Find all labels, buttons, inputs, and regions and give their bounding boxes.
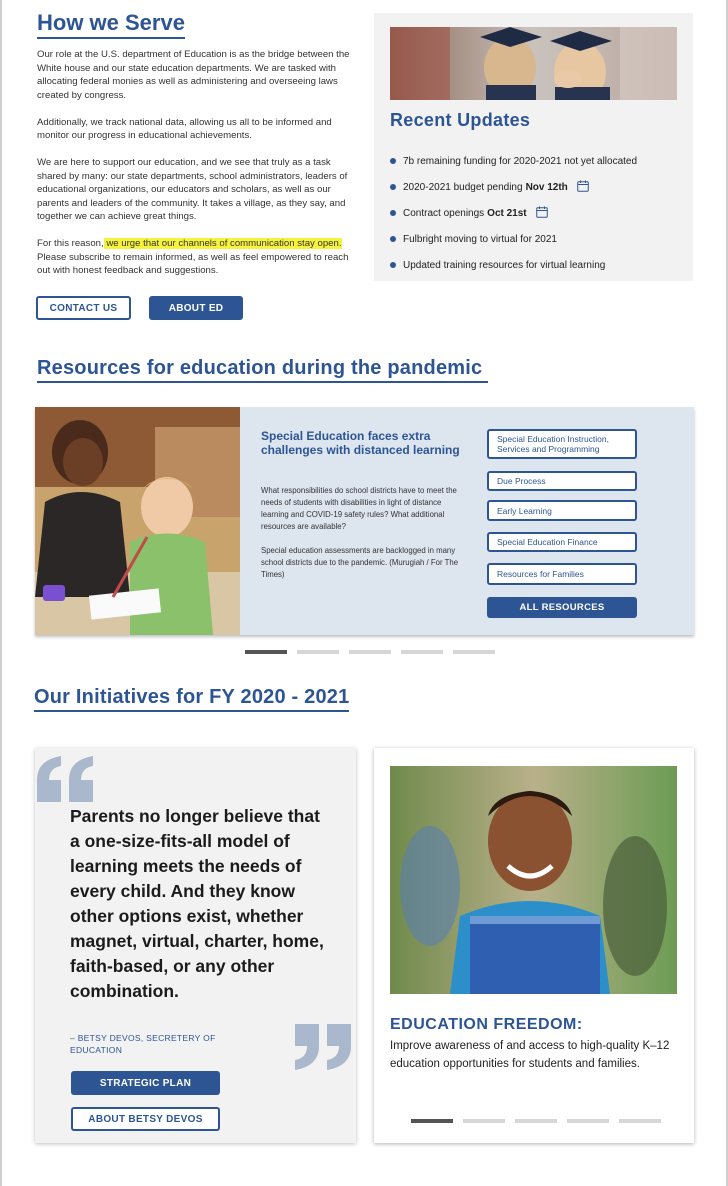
recent-update-item: Updated training resources for virtual l… (390, 252, 637, 278)
recent-update-item: 7b remaining funding for 2020-2021 not y… (390, 148, 637, 174)
recent-update-date: Nov 12th (525, 181, 568, 193)
smiling-student-photo (390, 766, 677, 994)
how-we-serve-paragraph: For this reason, we urge that our channe… (37, 237, 357, 278)
education-freedom-card: EDUCATION FREEDOM: Improve awareness of … (374, 748, 694, 1143)
resources-carousel-slide: Special Education faces extra challenges… (35, 407, 694, 635)
paragraph-text: Please subscribe to remain informed, as … (37, 251, 349, 277)
quote-card: Parents no longer believe that a one-siz… (35, 748, 356, 1143)
resource-link-special-education-finance[interactable]: Special Education Finance (487, 532, 637, 552)
teacher-student-painting-photo (35, 407, 240, 635)
resources-carousel-dot-4[interactable] (401, 650, 443, 654)
resource-link-early-learning[interactable]: Early Learning (487, 500, 637, 521)
calendar-icon[interactable] (535, 206, 548, 221)
initiatives-carousel-dot-4[interactable] (567, 1119, 609, 1123)
resources-carousel-dot-1[interactable] (245, 650, 287, 654)
recent-updates-title: Recent Updates (390, 110, 531, 130)
education-freedom-title: EDUCATION FREEDOM: (390, 1016, 583, 1033)
resources-card-text: What responsibilities do school district… (261, 485, 471, 593)
bullet-icon (390, 184, 396, 190)
contact-us-button[interactable]: CONTACT US (36, 296, 131, 320)
close-quote-icon (295, 1024, 351, 1070)
quote-attribution: – BETSY DEVOS, SECRETERY OF EDUCATION (70, 1033, 216, 1055)
resources-card-paragraph: What responsibilities do school district… (261, 486, 457, 531)
initiatives-carousel-dot-2[interactable] (463, 1119, 505, 1123)
resources-card-paragraph: Special education assessments are backlo… (261, 546, 459, 579)
bullet-icon (390, 210, 396, 216)
how-we-serve-body: Our role at the U.S. department of Educa… (37, 48, 357, 291)
bullet-icon (390, 158, 396, 164)
recent-updates-list: 7b remaining funding for 2020-2021 not y… (390, 148, 637, 278)
frame-left-border (0, 0, 2, 1186)
resources-carousel-dot-2[interactable] (297, 650, 339, 654)
recent-update-text: Contract openings (403, 207, 485, 219)
how-we-serve-paragraph: Additionally, we track national data, al… (37, 116, 332, 142)
initiatives-section-title: Our Initiatives for FY 2020 - 2021 (34, 685, 350, 712)
about-ed-button[interactable]: ABOUT ED (149, 296, 243, 320)
graduates-photo (390, 27, 677, 100)
about-betsy-devos-button[interactable]: ABOUT BETSY DEVOS (71, 1107, 220, 1131)
calendar-icon[interactable] (577, 180, 589, 195)
initiatives-carousel-dot-5[interactable] (619, 1119, 661, 1123)
initiatives-carousel-dot-1[interactable] (411, 1119, 453, 1123)
resource-link-resources-for-families[interactable]: Resources for Families (487, 563, 637, 585)
resource-link-special-education-instruction[interactable]: Special Education Instruction, Services … (487, 429, 637, 459)
recent-updates-panel: Recent Updates 7b remaining funding for … (374, 13, 693, 281)
all-resources-button[interactable]: ALL RESOURCES (487, 597, 637, 618)
resources-section-title: Resources for education during the pande… (37, 356, 489, 383)
resources-carousel-indicators (245, 650, 495, 654)
recent-update-text: Fulbright moving to virtual for 2021 (403, 233, 557, 245)
bullet-icon (390, 236, 396, 242)
initiatives-carousel-dot-3[interactable] (515, 1119, 557, 1123)
recent-update-item: 2020-2021 budget pending Nov 12th (390, 174, 637, 200)
how-we-serve-title: How we Serve (37, 10, 185, 39)
recent-update-text: Updated training resources for virtual l… (403, 259, 606, 271)
resources-card-heading: Special Education faces extra challenges… (261, 429, 460, 457)
paragraph-text: For this reason, (37, 238, 104, 249)
strategic-plan-button[interactable]: STRATEGIC PLAN (71, 1071, 220, 1095)
recent-update-item: Fulbright moving to virtual for 2021 (390, 226, 637, 252)
bullet-icon (390, 262, 396, 268)
initiatives-carousel-indicators (411, 1119, 661, 1123)
how-we-serve-paragraph: We are here to support our education, an… (37, 157, 348, 222)
recent-update-item: Contract openings Oct 21st (390, 200, 637, 226)
highlighted-text: we urge that our channels of communicati… (103, 238, 342, 249)
recent-update-date: Oct 21st (487, 207, 527, 219)
quote-text: Parents no longer believe that a one-siz… (70, 806, 324, 1001)
resource-link-due-process[interactable]: Due Process (487, 471, 637, 491)
recent-update-text: 2020-2021 budget pending (403, 181, 523, 193)
open-quote-icon (37, 756, 93, 802)
resources-carousel-dot-3[interactable] (349, 650, 391, 654)
resources-carousel-dot-5[interactable] (453, 650, 495, 654)
recent-update-text: 7b remaining funding for 2020-2021 not y… (403, 155, 638, 167)
how-we-serve-paragraph: Our role at the U.S. department of Educa… (37, 49, 350, 101)
education-freedom-text: Improve awareness of and access to high-… (390, 1040, 670, 1070)
